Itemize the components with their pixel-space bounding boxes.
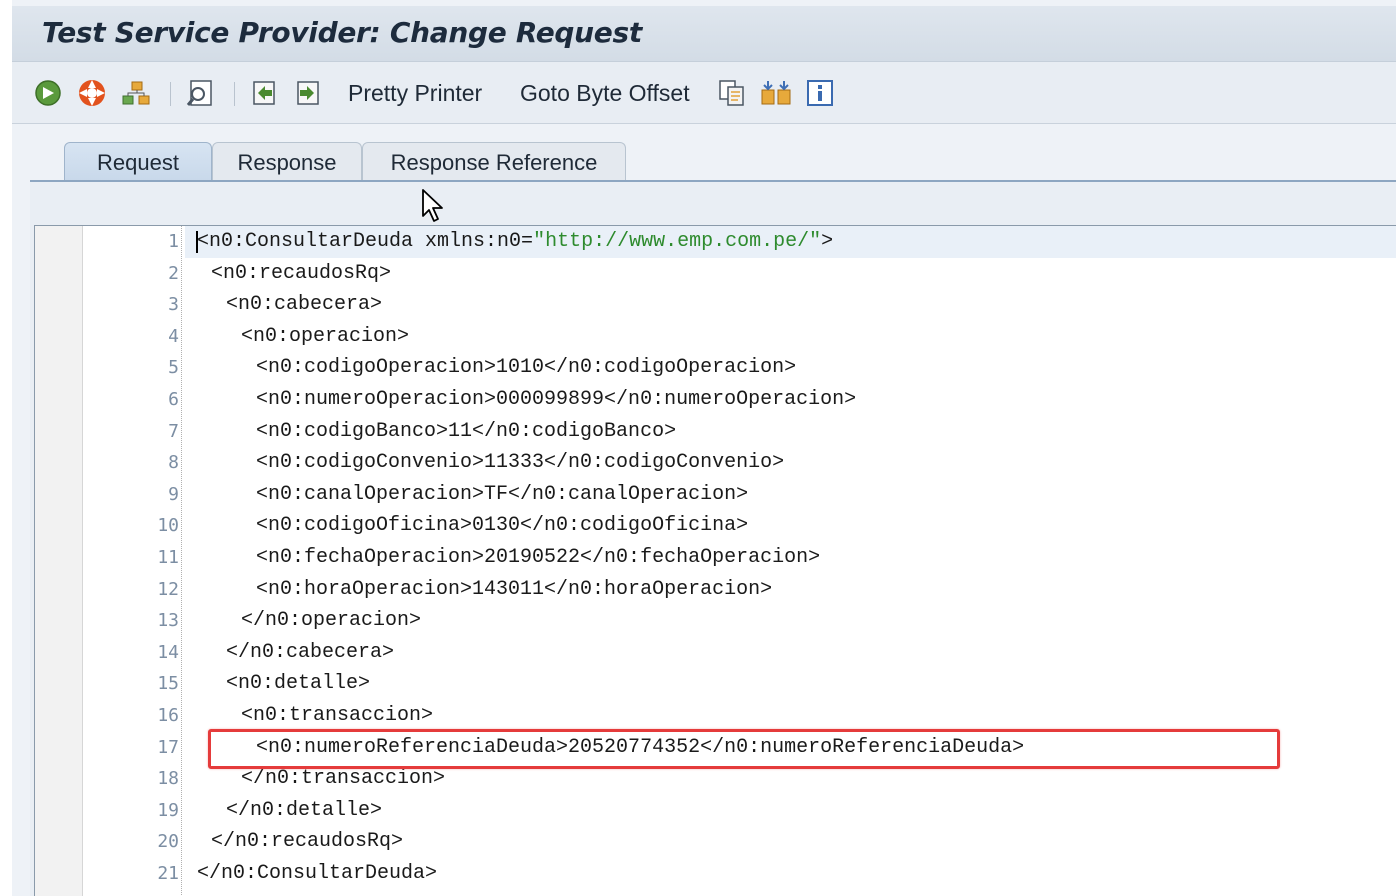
- line-number: 10: [157, 515, 179, 537]
- line-number: 19: [157, 799, 179, 821]
- code-line: <n0:detalle>: [226, 672, 371, 696]
- mouse-pointer-icon: [422, 189, 443, 222]
- code-line: <n0:transaccion>: [241, 704, 434, 727]
- code-text: >: [821, 230, 834, 253]
- tab-response-reference-label: Response Reference: [390, 149, 598, 175]
- code-line: <n0:numeroOperacion>000099899</n0:numero…: [256, 388, 857, 411]
- code-line: <n0:ConsultarDeuda xmlns:n0="http://www.…: [197, 226, 833, 258]
- xml-editor[interactable]: 1 2 3 4 5 6 7 8 9 10 11 12 13 14 15 16 1…: [34, 225, 1396, 896]
- goto-byte-offset-button[interactable]: Goto Byte Offset: [520, 76, 690, 110]
- code-line: </n0:cabecera>: [226, 640, 395, 664]
- title-bar: Test Service Provider: Change Request: [12, 6, 1396, 62]
- tab-response-label: Response: [237, 149, 337, 175]
- line-number: 5: [168, 357, 179, 379]
- code-string: "http://www.emp.com.pe/": [533, 230, 822, 253]
- line-number: 2: [168, 262, 179, 284]
- code-line: </n0:operacion>: [241, 609, 422, 633]
- execute-icon[interactable]: [32, 76, 64, 110]
- copy-icon[interactable]: [716, 76, 748, 110]
- line-number: 4: [168, 325, 179, 347]
- code-line: <n0:recaudosRq>: [211, 261, 392, 285]
- code-line: <n0:codigoOficina>0130</n0:codigoOficina…: [256, 514, 749, 538]
- tab-response-reference[interactable]: Response Reference: [362, 142, 626, 182]
- line-number: 17: [157, 736, 179, 758]
- code-line: </n0:detalle>: [226, 798, 383, 822]
- line-number: 14: [157, 641, 179, 663]
- window-title: Test Service Provider: Change Request: [42, 16, 642, 49]
- gutter-divider: [181, 226, 182, 896]
- info-icon[interactable]: [804, 76, 836, 110]
- display-icon[interactable]: [184, 76, 216, 110]
- code-line: </n0:transaccion>: [241, 767, 446, 791]
- code-line: <n0:cabecera>: [226, 293, 383, 317]
- code-line: <n0:fechaOperacion>20190522</n0:fechaOpe…: [256, 546, 821, 569]
- code-line: <n0:numeroReferenciaDeuda>20520774352</n…: [256, 735, 1025, 759]
- line-number: 6: [168, 389, 179, 410]
- code-line: <n0:horaOperacion>143011</n0:horaOperaci…: [256, 577, 773, 601]
- line-number: 16: [157, 705, 179, 726]
- tab-request[interactable]: Request: [64, 142, 212, 182]
- code-line: </n0:recaudosRq>: [211, 830, 404, 854]
- toolbar-separator: [170, 82, 171, 106]
- code-line: </n0:ConsultarDeuda>: [197, 862, 438, 885]
- compare-icon[interactable]: [760, 76, 792, 110]
- code-text: <n0:ConsultarDeuda xmlns:n0=: [197, 230, 534, 253]
- export-icon[interactable]: [292, 76, 324, 110]
- tab-request-label: Request: [97, 149, 179, 175]
- line-number-gutter: 1 2 3 4 5 6 7 8 9 10 11 12 13 14 15 16 1…: [83, 226, 183, 896]
- tab-strip: Request Response Response Reference: [30, 130, 1396, 182]
- code-line: <n0:codigoBanco>11</n0:codigoBanco>: [256, 419, 677, 443]
- line-number: 15: [157, 673, 179, 695]
- code-line: <n0:codigoConvenio>11333</n0:codigoConve…: [256, 451, 785, 475]
- pretty-printer-button[interactable]: Pretty Printer: [348, 76, 482, 110]
- import-icon[interactable]: [248, 76, 280, 110]
- toolbar: Pretty Printer Goto Byte Offset: [12, 62, 1396, 124]
- editor-margin: [35, 226, 83, 896]
- line-number: 21: [157, 863, 179, 884]
- code-line: <n0:canalOperacion>TF</n0:canalOperacion…: [256, 482, 749, 506]
- line-number: 7: [168, 420, 179, 442]
- line-number: 8: [168, 452, 179, 474]
- line-number: 11: [157, 547, 179, 568]
- code-line: <n0:codigoOperacion>1010</n0:codigoOpera…: [256, 356, 797, 380]
- line-number: 3: [168, 294, 179, 316]
- hierarchy-icon[interactable]: [120, 76, 152, 110]
- line-number: 12: [157, 578, 179, 600]
- line-number: 9: [168, 483, 179, 505]
- lifebuoy-icon[interactable]: [76, 76, 108, 110]
- tab-response[interactable]: Response: [212, 142, 362, 182]
- line-number: 18: [157, 768, 179, 790]
- line-number: 1: [168, 231, 179, 252]
- line-number: 13: [157, 610, 179, 632]
- line-number: 20: [157, 831, 179, 853]
- code-line: <n0:operacion>: [241, 324, 410, 348]
- toolbar-separator: [234, 82, 235, 106]
